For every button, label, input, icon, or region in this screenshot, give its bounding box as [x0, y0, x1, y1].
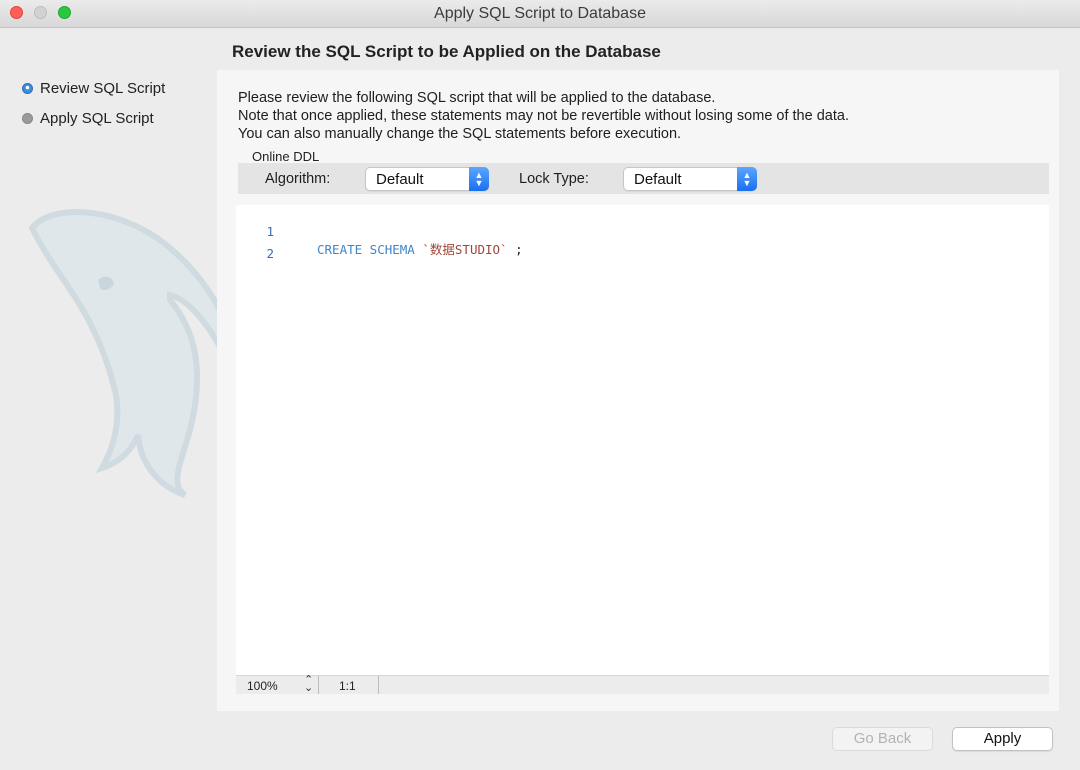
code-line: 2: [236, 231, 296, 261]
review-panel: Please review the following SQL script t…: [217, 70, 1059, 711]
chevron-updown-icon: ▲ ▼: [469, 167, 489, 191]
sql-terminator: ;: [507, 242, 523, 257]
step-label: Apply SQL Script: [40, 109, 154, 127]
description: Please review the following SQL script t…: [238, 89, 849, 143]
apply-button[interactable]: Apply: [952, 727, 1053, 751]
step-label: Review SQL Script: [40, 79, 166, 97]
cursor-position: 1:1: [339, 679, 356, 693]
zoom-stepper-icon[interactable]: ⌃ ⌄: [304, 675, 313, 694]
algorithm-label: Algorithm:: [265, 171, 331, 187]
editor-statusbar: 100% ⌃ ⌄ 1:1: [236, 675, 1049, 694]
sql-editor[interactable]: 1 CREATE SCHEMA `数据STUDIO` ; 2: [236, 205, 1049, 675]
mysql-dolphin-logo: [28, 209, 239, 498]
lock-type-value: Default: [634, 171, 682, 188]
statusbar-divider: [318, 676, 319, 694]
lock-type-select[interactable]: Default ▲ ▼: [623, 167, 757, 191]
algorithm-select[interactable]: Default ▲ ▼: [365, 167, 489, 191]
page-heading: Review the SQL Script to be Applied on t…: [232, 42, 661, 61]
description-line: Note that once applied, these statements…: [238, 108, 849, 124]
algorithm-value: Default: [376, 171, 424, 188]
sql-keyword: CREATE SCHEMA: [317, 242, 415, 257]
window-title: Apply SQL Script to Database: [434, 5, 646, 22]
description-line: You can also manually change the SQL sta…: [238, 126, 682, 142]
code-content: CREATE SCHEMA `数据STUDIO` ;: [317, 239, 523, 258]
step-inactive-icon: [22, 112, 33, 124]
lock-type-label: Lock Type:: [519, 171, 589, 187]
online-ddl-label: Online DDL: [252, 149, 320, 164]
sql-identifier: `数据STUDIO`: [422, 242, 508, 257]
apply-sql-window: Apply SQL Script to Database Review SQL …: [0, 0, 1080, 770]
step-active-icon: [22, 82, 33, 94]
statusbar-divider: [378, 676, 379, 694]
online-ddl-bar: Algorithm: Default ▲ ▼ Lock Type: Default…: [238, 163, 1049, 194]
go-back-button[interactable]: Go Back: [832, 727, 933, 751]
wizard-steps: Review SQL Script Apply SQL Script: [22, 73, 165, 133]
chevron-updown-icon: ▲ ▼: [737, 167, 757, 191]
description-line: Please review the following SQL script t…: [238, 90, 716, 106]
title-bar: Apply SQL Script to Database: [0, 0, 1080, 28]
line-number: 2: [266, 246, 274, 261]
step-review-sql-script: Review SQL Script: [22, 73, 165, 103]
step-apply-sql-script: Apply SQL Script: [22, 103, 165, 133]
code-line: 1 CREATE SCHEMA `数据STUDIO` ;: [236, 209, 522, 257]
zoom-level: 100%: [247, 679, 278, 693]
